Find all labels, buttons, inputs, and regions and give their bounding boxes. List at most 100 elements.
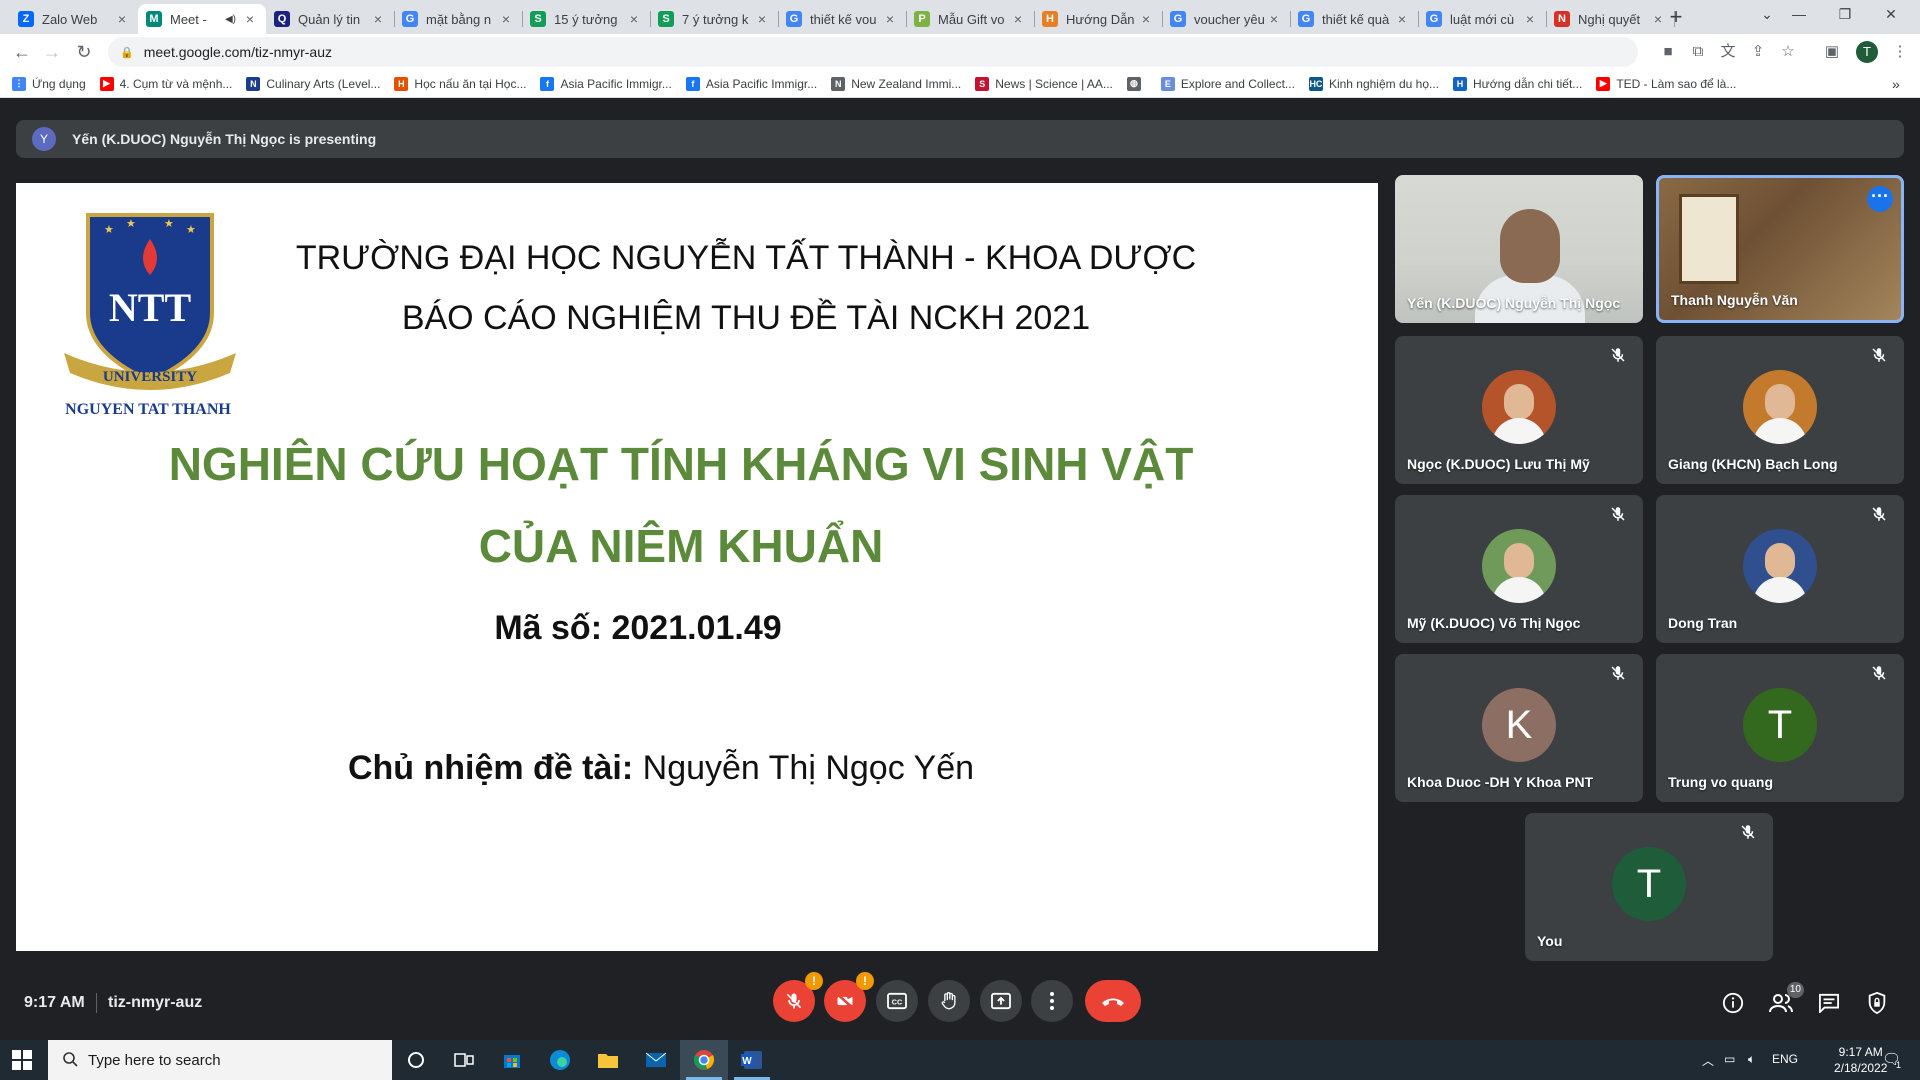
address-bar[interactable]: 🔒 meet.google.com/tiz-nmyr-auz [108,37,1638,67]
tab-close-icon[interactable]: × [1266,11,1282,27]
edge-icon[interactable] [536,1040,584,1080]
tab-close-icon[interactable]: × [498,11,514,27]
bookmark-item[interactable]: f Asia Pacific Immigr... [685,76,817,91]
participant-tile[interactable]: Ngọc (K.DUOC) Lưu Thị Mỹ [1395,336,1643,484]
slide-header-line2: BÁO CÁO NGHIỆM THU ĐỀ TÀI NCKH 2021 [401,299,1091,337]
language-indicator[interactable]: ENG [1772,1052,1798,1066]
browser-tab[interactable]: H Hướng Dẫn × [1034,4,1162,34]
bookmark-item[interactable]: N Culinary Arts (Level... [246,76,380,91]
file-explorer-icon[interactable] [584,1040,632,1080]
tab-close-icon[interactable]: × [370,11,386,27]
browser-tab[interactable]: Gthiết kế quà × [1290,4,1418,34]
participant-tile[interactable]: Giang (KHCN) Bạch Long [1656,336,1904,484]
meeting-details-button[interactable] [1720,990,1746,1016]
tray-overflow-icon[interactable]: ︿ [1702,1052,1714,1069]
translate-icon[interactable]: 文 [1714,38,1742,66]
mic-toggle-button[interactable]: ! [773,972,823,1022]
bookmark-item[interactable]: f Asia Pacific Immigr... [540,76,672,91]
open-external-icon[interactable]: ⧉ [1684,38,1712,66]
raise-hand-button[interactable] [928,980,970,1022]
tab-close-icon[interactable]: × [114,11,130,27]
present-button[interactable] [980,980,1022,1022]
bookmarks-overflow-icon[interactable]: » [1892,76,1900,92]
people-button[interactable]: 10 [1768,982,1804,1016]
reload-icon[interactable]: ↻ [70,38,98,66]
browser-tab[interactable]: Gluật mới cù × [1418,4,1546,34]
bookmark-item[interactable]: HC Kinh nghiệm du họ... [1308,76,1439,91]
taskbar-clock[interactable]: 9:17 AM 2/18/2022 [1834,1044,1887,1076]
leave-call-button[interactable] [1085,980,1141,1022]
participant-tile[interactable]: Yến (K.DUOC) Nguyễn Thị Ngọc [1395,175,1643,323]
volume-icon[interactable]: 🔈︎ [1748,1052,1755,1067]
network-icon[interactable]: ▭ [1724,1052,1735,1066]
participant-tile[interactable]: Mỹ (K.DUOC) Võ Thị Ngọc [1395,495,1643,643]
participant-tile[interactable]: T You [1525,813,1773,961]
tab-close-icon[interactable]: × [1522,11,1538,27]
participant-tile[interactable]: T Trung vo quang [1656,654,1904,802]
bookmark-item[interactable]: E Explore and Collect... [1160,76,1295,91]
bookmark-item[interactable]: H Hướng dẫn chi tiết... [1453,76,1582,91]
cortana-icon[interactable] [392,1040,440,1080]
browser-tab[interactable]: Gthiết kế vou × [778,4,906,34]
chat-button[interactable] [1816,990,1842,1016]
browser-tab[interactable]: Q Quản lý tin × [266,4,394,34]
bookmark-item[interactable]: ▶ 4. Cụm từ và mệnh... [99,76,232,91]
profile-avatar[interactable]: T [1856,41,1878,63]
bookmark-star-icon[interactable]: ☆ [1774,38,1802,66]
bookmark-label: News | Science | AA... [995,76,1113,91]
browser-tab[interactable]: S 7 ý tưởng k × [650,4,778,34]
bookmark-item[interactable]: N New Zealand Immi... [831,76,961,91]
side-panel-icon[interactable]: ▣ [1818,38,1846,66]
browser-tab[interactable]: M Meet - ◀) × [138,4,266,34]
captions-button[interactable]: CC [876,980,918,1022]
windows-start-icon[interactable] [12,1050,32,1070]
bookmark-item[interactable]: H Học nấu ăn tại Học... [394,76,526,91]
mail-icon[interactable] [632,1040,680,1080]
host-controls-button[interactable] [1864,990,1890,1016]
tab-audio-icon[interactable]: ◀) [225,14,236,25]
participant-tile[interactable]: K Khoa Duoc -DH Y Khoa PNT [1395,654,1643,802]
new-tab-icon[interactable]: + [1662,4,1690,32]
store-icon[interactable] [488,1040,536,1080]
tab-title: Hướng Dẫn [1066,11,1135,27]
participant-tile[interactable]: ··· Thanh Nguyễn Văn [1656,175,1904,323]
browser-tab[interactable]: N Nghị quyết × [1546,4,1674,34]
maximize-icon[interactable]: ❐ [1822,0,1868,30]
tab-close-icon[interactable]: × [1010,11,1026,27]
back-icon[interactable]: ← [8,38,36,66]
tab-favicon-icon: G [1426,11,1442,27]
task-view-icon[interactable] [440,1040,488,1080]
tile-options-icon[interactable]: ··· [1867,186,1893,212]
word-icon[interactable]: W [728,1040,776,1080]
browser-tab[interactable]: S 15 ý tưởng × [522,4,650,34]
more-options-button[interactable] [1031,980,1073,1022]
forward-icon[interactable]: → [38,38,66,66]
bookmark-item[interactable]: S News | Science | AA... [975,76,1113,91]
participant-tile[interactable]: Dong Tran [1656,495,1904,643]
tab-close-icon[interactable]: × [882,11,898,27]
camera-toggle-button[interactable]: ! [824,972,874,1022]
share-icon[interactable]: ⇪ [1744,38,1772,66]
tab-close-icon[interactable]: × [1138,11,1154,27]
bookmark-item[interactable]: ⋮ Ứng dụng [12,76,86,91]
bookmark-item[interactable]: ▶ TED - Làm sao để là... [1596,76,1736,91]
browser-tab[interactable]: P Mẫu Gift vo × [906,4,1034,34]
close-window-icon[interactable]: ✕ [1868,0,1914,30]
tab-favicon-icon: G [402,11,418,27]
tab-close-icon[interactable]: × [754,11,770,27]
tab-close-icon[interactable]: × [242,11,258,27]
menu-icon[interactable]: ⋮ [1886,38,1914,66]
tab-close-icon[interactable]: × [626,11,642,27]
camera-icon[interactable]: ■ [1654,38,1682,66]
browser-tab[interactable]: Z Zalo Web × [10,4,138,34]
browser-tab[interactable]: Gmặt bằng n × [394,4,522,34]
taskbar-search-box[interactable]: Type here to search [48,1040,392,1080]
chrome-icon[interactable] [680,1040,728,1080]
mic-warning-badge: ! [805,972,823,990]
browser-tab[interactable]: Gvoucher yêu × [1162,4,1290,34]
participant-name: Thanh Nguyễn Văn [1671,292,1798,308]
bookmark-item[interactable]: ◍ [1126,76,1147,91]
minimize-icon[interactable]: — [1776,0,1822,30]
tab-close-icon[interactable]: × [1394,11,1410,27]
hang-up-icon [1102,998,1124,1006]
